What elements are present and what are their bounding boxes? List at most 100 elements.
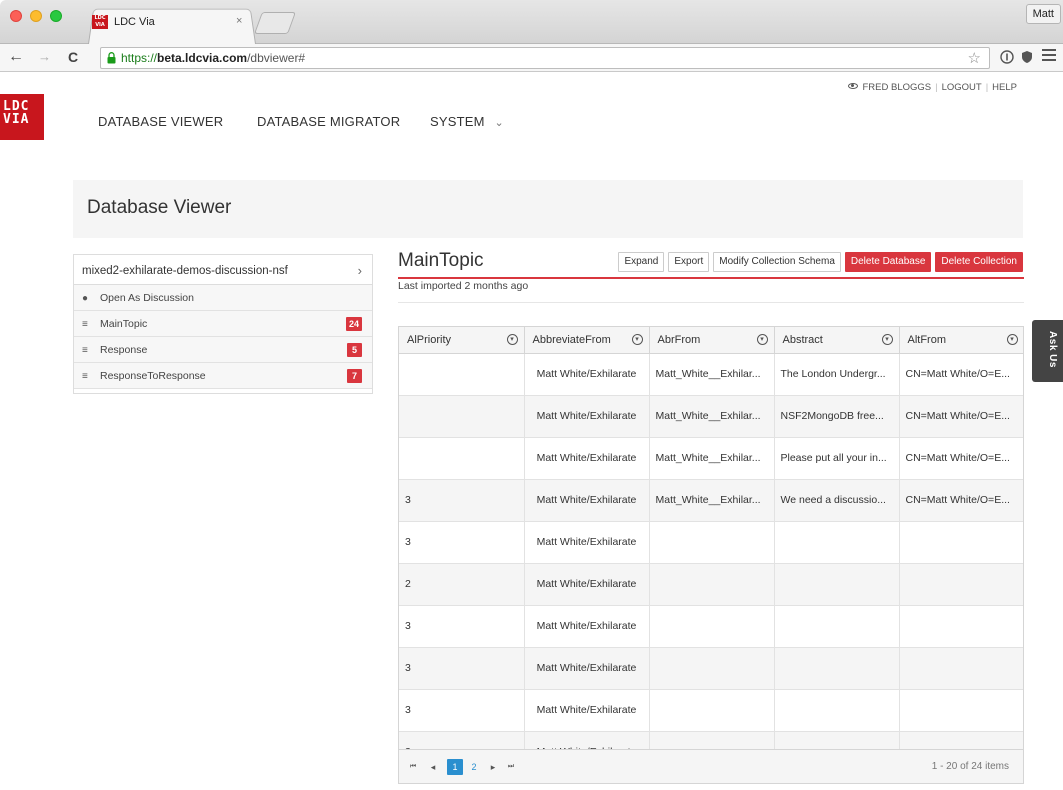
cell-altfrom [899, 521, 1023, 564]
ask-us-label: Ask Us [1046, 331, 1058, 368]
extension-circle-icon[interactable] [1000, 50, 1014, 64]
logout-link[interactable]: LOGOUT [942, 82, 982, 93]
minimize-window-button[interactable] [30, 10, 42, 22]
ask-us-tab[interactable]: Ask Us [1032, 320, 1063, 382]
table-row[interactable]: Matt White/Exhilarate Matt_White__Exhilar… [399, 353, 1023, 396]
cell-altfrom: CN=Matt White/O=E... [899, 353, 1023, 396]
column-header-abbreviatefrom[interactable]: AbbreviateFrom ▾ [524, 327, 650, 354]
separator: | [935, 82, 938, 93]
help-link[interactable]: HELP [992, 82, 1017, 93]
cell-alpriority: 3 [399, 521, 525, 564]
nav-database-viewer[interactable]: DATABASE VIEWER [98, 114, 223, 129]
column-header-abstract[interactable]: Abstract ▾ [774, 327, 900, 354]
reload-icon[interactable]: C [68, 46, 78, 68]
cell-abrfrom [649, 563, 775, 606]
cell-abrfrom: Matt_White__Exhilar... [649, 479, 775, 522]
filter-icon[interactable]: ▾ [631, 334, 643, 345]
database-selector[interactable]: mixed2-exhilarate-demos-discussion-nsf › [74, 255, 372, 285]
page-title: Database Viewer [87, 197, 232, 218]
prev-page-button[interactable]: ◂ [425, 759, 441, 775]
ldc-via-logo[interactable]: LDC VIA [0, 94, 44, 140]
bookmark-star-icon[interactable]: ☆ [968, 49, 981, 67]
url-text: https://beta.ldcvia.com/dbviewer# [121, 51, 305, 65]
chevron-down-icon: ⌄ [494, 117, 504, 129]
grid-table: AlPriority ▾ AbbreviateFrom ▾ AbrFrom ▾ Abs… [399, 327, 1023, 774]
user-name-link[interactable]: FRED BLOGGS [862, 82, 931, 93]
cell-altfrom: CN=Matt White/O=E... [899, 437, 1023, 480]
tab-close-icon[interactable]: × [236, 15, 242, 27]
table-row[interactable]: Matt White/Exhilarate Matt_White__Exhilar… [399, 395, 1023, 438]
pager-info: 1 - 20 of 24 items [931, 761, 1009, 772]
cell-abbreviatefrom: Matt White/Exhilarate [524, 689, 650, 732]
nav-system[interactable]: SYSTEM ⌄ [430, 114, 504, 129]
table-row[interactable]: 3 Matt White/Exhilarate Matt_White__Exhila… [399, 479, 1023, 522]
filter-icon[interactable]: ▾ [1006, 334, 1018, 345]
cell-abstract: NSF2MongoDB free... [774, 395, 900, 438]
page-2-button[interactable]: 2 [466, 759, 482, 775]
menu-icon[interactable] [1042, 49, 1056, 61]
new-tab-button[interactable] [253, 12, 297, 34]
collection-item-response[interactable]: ≡ Response 5 [74, 337, 372, 363]
url-host: beta.ldcvia.com [157, 51, 248, 65]
extension-shield-icon[interactable] [1020, 50, 1034, 64]
count-badge: 24 [345, 317, 362, 331]
delete-collection-button[interactable]: Delete Collection [935, 252, 1023, 272]
collection-item-responsetoresponse[interactable]: ≡ ResponseToResponse 7 [74, 363, 372, 389]
address-bar[interactable]: https://beta.ldcvia.com/dbviewer# ☆ [100, 47, 990, 69]
cell-altfrom [899, 647, 1023, 690]
nav-database-migrator[interactable]: DATABASE MIGRATOR [257, 114, 400, 129]
forward-icon[interactable]: → [38, 46, 51, 68]
close-window-button[interactable] [10, 10, 22, 22]
url-scheme: https:// [121, 51, 158, 65]
table-row[interactable]: 3Matt White/Exhilarate [399, 647, 1023, 690]
page-1-button[interactable]: 1 [447, 759, 463, 775]
url-path: /dbviewer# [247, 51, 306, 65]
cell-abstract [774, 521, 900, 564]
cell-alpriority [399, 437, 525, 480]
column-header-altfrom[interactable]: AltFrom ▾ [899, 327, 1023, 354]
table-row[interactable]: Matt White/Exhilarate Matt_White__Exhilar… [399, 437, 1023, 480]
collection-actions: Expand Export Modify Collection Schema D… [618, 252, 1023, 272]
open-as-discussion-link[interactable]: ● Open As Discussion [74, 285, 372, 311]
table-row[interactable]: 2 Matt White/Exhilarate [399, 563, 1023, 606]
table-row[interactable]: 3Matt White/Exhilarate [399, 605, 1023, 648]
maximize-window-button[interactable] [50, 10, 62, 22]
pager: ⏮ ◂ 1 2 ▸ ⏭ 1 - 20 of 24 items [399, 749, 1023, 783]
data-grid: AlPriority ▾ AbbreviateFrom ▾ AbrFrom ▾ Abs… [398, 326, 1024, 784]
last-page-button[interactable]: ⏭ [503, 759, 519, 775]
cell-alpriority: 3 [399, 689, 525, 732]
export-button[interactable]: Export [668, 252, 710, 272]
collection-item-maintopic[interactable]: ≡ MainTopic 24 [74, 311, 372, 337]
next-page-button[interactable]: ▸ [485, 759, 501, 775]
column-header-abrfrom[interactable]: AbrFrom ▾ [649, 327, 775, 354]
filter-icon[interactable]: ▾ [756, 334, 768, 345]
filter-icon[interactable]: ▾ [506, 334, 518, 345]
first-page-button[interactable]: ⏮ [405, 759, 421, 775]
collection-name: MainTopic [100, 318, 148, 330]
column-header-alpriority[interactable]: AlPriority ▾ [399, 327, 525, 354]
title-bar: LDC VIA LDC Via × Matt [0, 0, 1063, 45]
divider [398, 302, 1024, 303]
separator: | [985, 82, 989, 93]
browser-tab-content[interactable]: LDC VIA LDC Via [92, 14, 155, 30]
cell-alpriority: 3 [399, 605, 525, 648]
count-badge: 7 [347, 369, 362, 383]
cell-abrfrom: Matt_White__Exhilar... [649, 437, 775, 480]
table-row[interactable]: 3Matt White/Exhilarate [399, 521, 1023, 564]
browser-window: LDC VIA LDC Via × Matt ← → C https://beta… [0, 0, 1063, 790]
user-links: FRED BLOGGS | LOGOUT | HELP [848, 82, 1017, 93]
back-icon[interactable]: ← [8, 46, 24, 68]
tab-title: LDC Via [114, 16, 155, 28]
delete-database-button[interactable]: Delete Database [844, 252, 932, 272]
cell-altfrom [899, 563, 1023, 606]
filter-icon[interactable]: ▾ [881, 334, 893, 345]
cell-abbreviatefrom: Matt White/Exhilarate [524, 353, 650, 396]
expand-button[interactable]: Expand [618, 252, 665, 272]
cell-abrfrom [649, 647, 775, 690]
cell-abbreviatefrom: Matt White/Exhilarate [524, 395, 650, 438]
web-page: LDC VIA DATABASE VIEWER DATABASE MIGRATO… [0, 72, 1063, 790]
modify-schema-button[interactable]: Modify Collection Schema [713, 252, 841, 272]
profile-button[interactable]: Matt [1025, 4, 1061, 24]
cell-altfrom [899, 689, 1023, 732]
table-row[interactable]: 3Matt White/Exhilarate [399, 689, 1023, 732]
